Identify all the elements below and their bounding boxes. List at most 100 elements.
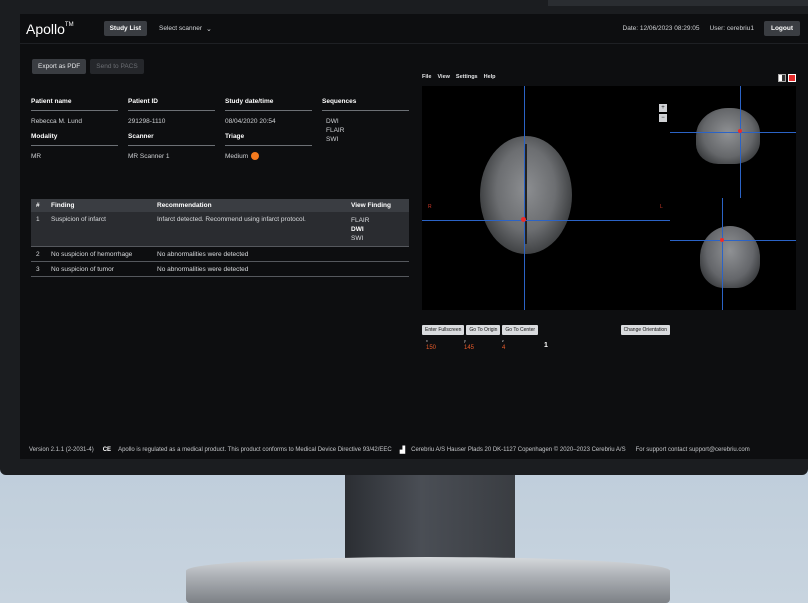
triage-value: Medium [225,152,322,161]
orientation-left: L [660,204,663,210]
zoom-in-button[interactable]: + [659,104,667,112]
lesion-marker [521,217,526,222]
triage-status-icon [251,152,260,161]
study-date-label: Study date/time [225,98,312,111]
sequence-item: DWI [326,118,339,125]
finding-recommendation: No abnormalities were detected [157,251,249,258]
app-screen: ApolloTM Study List Select scanner ⌄ Dat… [20,14,808,459]
export-actions: Export as PDF Send to PACS [32,59,148,74]
finding-num: 3 [36,266,40,273]
patient-id-value: 291298-1110 [128,118,166,125]
finding-text: No suspicion of hemorrhage [51,251,133,258]
brain-axial-image [480,136,572,254]
overlay-toggle-icon[interactable] [788,74,796,82]
sagittal-view[interactable] [670,86,796,198]
sequence-item: SWI [326,136,339,143]
viewer-menu: File View Settings Help [422,74,796,82]
lesion-marker [720,238,724,242]
slice-number: 1 [544,342,548,349]
ce-mark-icon: CE [102,446,112,453]
view-finding-flair[interactable]: FLAIR [351,216,409,225]
col-header-recommendation: Recommendation [157,202,212,209]
col-header-view-finding: View Finding [351,202,391,209]
crosshair-vertical [722,198,723,310]
crosshair-vertical [740,86,741,198]
logout-button[interactable]: Logout [763,21,800,36]
lesion-marker [738,129,742,133]
app-footer: Version 2.1.1 (2-2031-4) CE Apollo is re… [20,440,808,459]
scanner-label: Scanner [128,133,215,146]
support-text: For support contact support@cerebriu.com [635,446,750,453]
coord-x: x 150 [426,339,437,351]
current-user: User: cerebriu1 [709,25,754,32]
scanner-select-label: Select scanner [159,25,203,32]
col-header-finding: Finding [51,202,75,209]
viewer-tools [778,74,796,82]
enter-fullscreen-button[interactable]: Enter Fullscreen [422,325,465,335]
table-row[interactable]: 1 Suspicion of infarct Infarct detected.… [31,212,409,247]
view-finding-swi[interactable]: SWI [351,234,409,243]
study-list-button[interactable]: Study List [103,21,148,36]
background-window-strip [548,0,808,6]
finding-num: 1 [36,216,40,223]
current-date: Date: 12/06/2023 08:29:05 [622,25,700,32]
finding-recommendation: Infarct detected. Recommend using infarc… [157,216,306,223]
findings-header: # Finding Recommendation View Finding [31,199,409,212]
modality-label: Modality [31,133,118,146]
sequences-label: Sequences [322,98,409,111]
export-pdf-button[interactable]: Export as PDF [32,59,87,74]
modality-value: MR [31,153,42,160]
finding-text: Suspicion of infarct [51,216,106,223]
findings-table: # Finding Recommendation View Finding 1 … [31,199,409,277]
app-header: ApolloTM Study List Select scanner ⌄ Dat… [20,14,808,44]
header-right: Date: 12/06/2023 08:29:05 User: cerebriu… [623,21,802,36]
scanner-value: MR Scanner 1 [128,153,170,160]
viewer-buttons: Enter Fullscreen Go To Origin Go To Cent… [422,325,670,335]
go-to-origin-button[interactable]: Go To Origin [466,325,501,335]
brain-coronal-image [700,226,760,288]
axial-view[interactable]: R L + − [422,86,670,310]
menu-settings[interactable]: Settings [456,74,478,82]
app-logo: ApolloTM [26,20,74,37]
contrast-icon[interactable] [778,74,786,82]
menu-help[interactable]: Help [484,74,496,82]
finding-recommendation: No abnormalities were detected [157,266,249,273]
change-orientation-button[interactable]: Change Orientation [620,325,670,335]
coronal-view[interactable] [670,198,796,310]
menu-file[interactable]: File [422,74,431,82]
scanner-select[interactable]: Select scanner ⌄ [159,25,212,33]
monitor-stand-neck [345,475,515,565]
orientation-right: R [428,204,432,210]
crosshair-horizontal [670,240,796,241]
view-finding-dwi[interactable]: DWI [351,225,409,234]
chevron-down-icon: ⌄ [206,25,212,33]
coord-z: z4 [502,339,506,351]
sequence-item: FLAIR [326,127,345,134]
image-viewer: File View Settings Help R L + − Enter Fu… [422,74,796,354]
col-header-num: # [36,202,40,209]
table-row[interactable]: 2 No suspicion of hemorrhage No abnormal… [31,247,409,262]
manufacturer-icon: ▟ [399,446,406,454]
regulatory-text: Apollo is regulated as a medical product… [118,446,392,453]
monitor-stand-base [186,557,670,603]
patient-name-label: Patient name [31,98,118,111]
menu-view[interactable]: View [437,74,449,82]
sequences-list: DWI FLAIR SWI [322,117,409,144]
coord-y: y 145 [464,339,475,351]
zoom-out-button[interactable]: − [659,114,667,122]
finding-num: 2 [36,251,40,258]
brain-sagittal-image [696,108,760,164]
coordinate-readout: x 150 y 145 z4 1 [422,338,796,354]
patient-id-label: Patient ID [128,98,215,111]
triage-text: Medium [225,153,249,160]
zoom-controls: + − [659,104,667,124]
patient-name-value: Rebecca M. Lund [31,118,82,125]
triage-label: Triage [225,133,312,146]
view-finding-links: FLAIR DWI SWI [351,216,409,243]
address-text: Cerebriu A/S Hauser Plads 20 DK-1127 Cop… [411,446,626,453]
table-row[interactable]: 3 No suspicion of tumor No abnormalities… [31,262,409,277]
go-to-center-button[interactable]: Go To Center [502,325,539,335]
study-date-value: 08/04/2020 20:54 [225,118,276,125]
send-to-pacs-button: Send to PACS [90,59,144,74]
patient-info: Patient name Rebecca M. Lund Patient ID … [31,98,409,168]
